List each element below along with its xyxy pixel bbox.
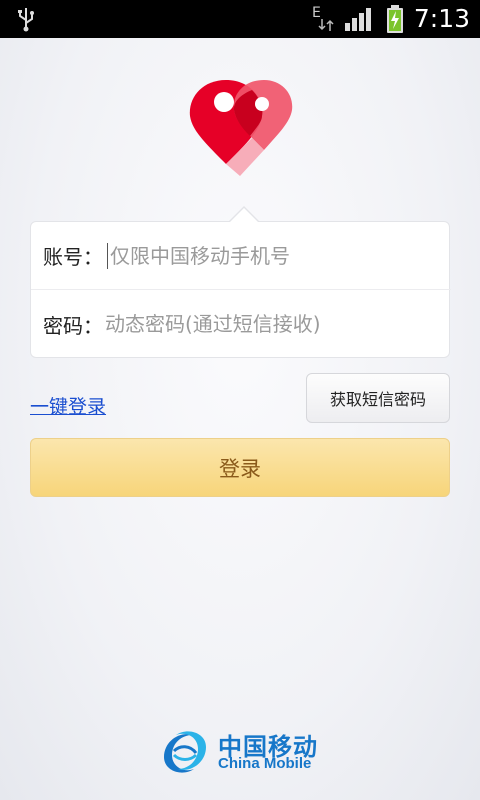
account-label: 账号： [43, 245, 103, 269]
brand-name-en: China Mobile [218, 755, 312, 772]
china-mobile-brand: 中国移动 China Mobile [158, 723, 338, 783]
usb-icon [18, 8, 34, 32]
status-bar: E 7:13 [0, 0, 480, 38]
signal-strength-icon [345, 8, 371, 31]
china-mobile-logo-icon [164, 731, 206, 773]
onekey-login-link[interactable]: 一键登录 [30, 392, 106, 419]
get-sms-code-button[interactable]: 获取短信密码 [306, 373, 450, 423]
network-type-icon: E [310, 5, 336, 33]
status-clock: 7:13 [413, 4, 470, 33]
account-input[interactable] [108, 235, 428, 276]
password-label: 密码： [43, 313, 103, 338]
battery-charging-icon [387, 5, 403, 33]
login-form-card: 账号： 密码： [30, 206, 451, 358]
account-row: 账号： [31, 222, 451, 290]
login-button[interactable]: 登录 [30, 438, 450, 497]
password-input[interactable] [103, 304, 423, 344]
password-row: 密码： [31, 290, 451, 358]
app-logo-icon [189, 80, 293, 176]
